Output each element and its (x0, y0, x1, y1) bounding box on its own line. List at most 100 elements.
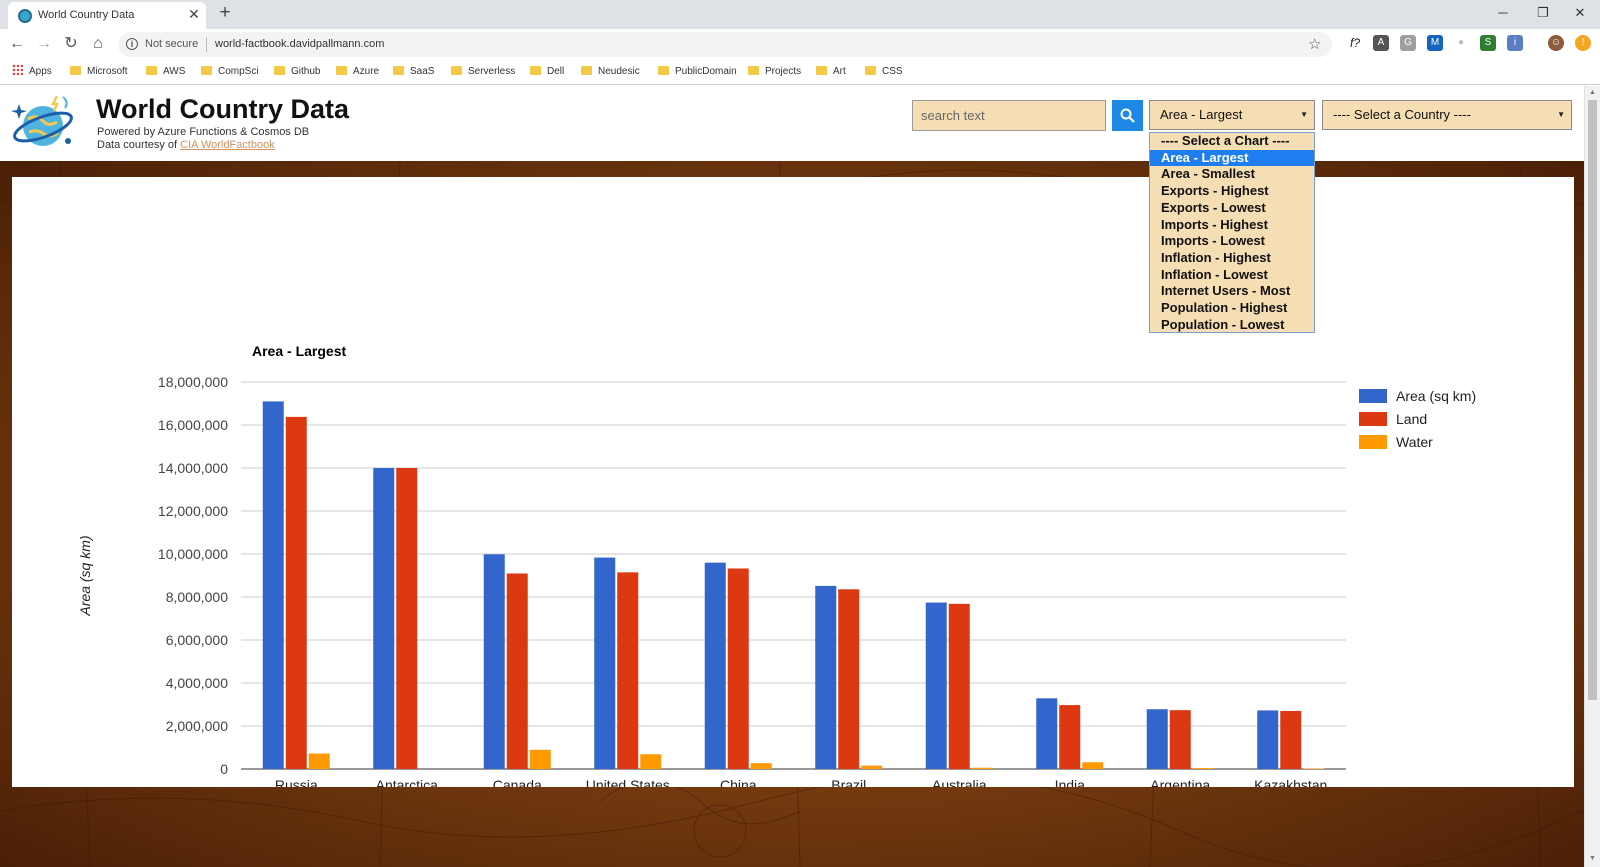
address-bar[interactable]: i Not secure world-factbook.davidpallman… (118, 32, 1332, 57)
extension-icon[interactable]: i (1507, 35, 1523, 51)
folder-icon (336, 66, 347, 75)
bookmark-label: Azure (353, 66, 380, 77)
data-courtesy: Data courtesy of CIA WorldFactbook (97, 139, 275, 151)
folder-icon (393, 66, 404, 75)
search-input[interactable] (912, 100, 1106, 131)
chart-option[interactable]: Inflation - Highest (1150, 250, 1314, 267)
x-tick-label: Australia (932, 777, 987, 787)
legend-swatch-area (1359, 389, 1387, 403)
url-divider (206, 37, 207, 52)
extension-icon[interactable]: A (1373, 35, 1389, 51)
bookmark-css[interactable]: CSS (865, 64, 903, 80)
chart-option[interactable]: Exports - Lowest (1150, 200, 1314, 217)
bookmark-label: CompSci (218, 66, 259, 77)
reload-icon[interactable]: ↻ (60, 33, 82, 55)
bookmark-projects[interactable]: Projects (748, 64, 801, 80)
search-icon (1120, 108, 1135, 123)
tab-close-icon[interactable]: ✕ (186, 6, 202, 22)
home-icon[interactable]: ⌂ (87, 33, 109, 55)
bar-land (285, 416, 307, 769)
forward-arrow-icon[interactable]: → (33, 33, 55, 55)
bookmark-apps[interactable]: Apps (12, 64, 52, 80)
x-tick-label: India (1055, 777, 1086, 787)
extension-icon[interactable]: M (1427, 35, 1443, 51)
bookmark-azure[interactable]: Azure (336, 64, 379, 80)
extension-icon[interactable]: f? (1347, 35, 1363, 51)
back-arrow-icon[interactable]: ← (6, 33, 28, 55)
bookmark-publicdomain[interactable]: PublicDomain (658, 64, 737, 80)
bookmark-saas[interactable]: SaaS (393, 64, 434, 80)
y-tick-label: 18,000,000 (158, 374, 228, 390)
bookmark-label: Serverless (468, 66, 516, 77)
page-scrollbar[interactable]: ▲ ▼ (1584, 86, 1600, 867)
x-tick-label: Russia (275, 777, 318, 787)
folder-icon (816, 66, 827, 75)
bar-water (1303, 768, 1325, 769)
chart-option[interactable]: Inflation - Lowest (1150, 267, 1314, 284)
bookmark-star-icon[interactable]: ☆ (1308, 35, 1321, 53)
browser-tab[interactable]: World Country Data ✕ (8, 2, 206, 29)
browser-toolbar: ← → ↻ ⌂ i Not secure world-factbook.davi… (0, 29, 1600, 59)
search-button[interactable] (1112, 100, 1143, 131)
bookmarks-bar: Apps Microsoft AWS CompSci Github Azure SaaS Se… (0, 59, 1600, 85)
new-tab-button[interactable]: + (215, 3, 235, 23)
cia-worldfactbook-link[interactable]: CIA WorldFactbook (180, 139, 275, 151)
y-tick-label: 10,000,000 (158, 546, 228, 562)
bookmark-dell[interactable]: Dell (530, 64, 564, 80)
extension-icon[interactable]: ☺ (1548, 35, 1564, 51)
bar-land (506, 573, 528, 769)
bookmark-neudesic[interactable]: Neudesic (581, 64, 640, 80)
bookmark-label: Neudesic (598, 66, 640, 77)
chevron-down-icon: ▼ (1300, 110, 1308, 119)
bookmark-microsoft[interactable]: Microsoft (70, 64, 128, 80)
chart-select[interactable]: Area - Largest ▼ (1149, 100, 1315, 130)
bookmark-label: Art (833, 66, 846, 77)
chevron-down-icon: ▼ (1557, 110, 1565, 119)
chart-option[interactable]: ---- Select a Chart ---- (1150, 133, 1314, 150)
bar-area (815, 585, 837, 769)
country-select[interactable]: ---- Select a Country ---- ▼ (1322, 100, 1572, 130)
close-window-button[interactable]: ✕ (1560, 2, 1600, 24)
chart-option[interactable]: Internet Users - Most (1150, 283, 1314, 300)
country-select-value: ---- Select a Country ---- (1333, 107, 1471, 122)
bookmark-compsci[interactable]: CompSci (201, 64, 259, 80)
bar-water (1082, 762, 1104, 769)
legend-swatch-water (1359, 435, 1387, 449)
chart-select-value: Area - Largest (1160, 107, 1243, 122)
bookmark-serverless[interactable]: Serverless (451, 64, 515, 80)
bookmark-art[interactable]: Art (816, 64, 846, 80)
bar-chart: 0 2,000,000 4,000,000 6,000,000 8,000,000 10,… (77, 343, 1476, 787)
scroll-up-icon[interactable]: ▲ (1588, 88, 1597, 98)
chart-option[interactable]: Area - Largest (1150, 149, 1314, 167)
chart-option[interactable]: Population - Highest (1150, 300, 1314, 317)
y-tick-label: 2,000,000 (166, 718, 228, 734)
extension-icon[interactable]: ! (1575, 35, 1591, 51)
scrollbar-thumb[interactable] (1588, 100, 1597, 700)
extension-icon[interactable]: ● (1453, 35, 1469, 51)
minimize-window-button[interactable]: ─ (1483, 2, 1523, 24)
site-favicon-icon (18, 9, 32, 23)
bookmark-aws[interactable]: AWS (146, 64, 185, 80)
restore-window-button[interactable]: ❐ (1523, 2, 1563, 24)
chart-option[interactable]: Exports - Highest (1150, 183, 1314, 200)
scroll-down-icon[interactable]: ▼ (1588, 854, 1597, 864)
folder-icon (748, 66, 759, 75)
folder-icon (865, 66, 876, 75)
extension-icon[interactable]: S (1480, 35, 1496, 51)
bar-area (483, 554, 505, 769)
y-tick-label: 12,000,000 (158, 503, 228, 519)
extension-icon[interactable]: G (1400, 35, 1416, 51)
bookmark-label: SaaS (410, 66, 435, 77)
chart-option[interactable]: Imports - Lowest (1150, 233, 1314, 250)
bar-water (640, 754, 662, 769)
site-subtitle: Powered by Azure Functions & Cosmos DB (97, 126, 310, 138)
info-icon[interactable]: i (126, 38, 138, 50)
chart-option[interactable]: Imports - Highest (1150, 217, 1314, 234)
bar-land (727, 568, 749, 769)
y-tick-label: 6,000,000 (166, 632, 228, 648)
chart-option[interactable]: Area - Smallest (1150, 166, 1314, 183)
y-tick-label: 14,000,000 (158, 460, 228, 476)
url-text[interactable]: world-factbook.davidpallmann.com (215, 38, 384, 50)
bookmark-github[interactable]: Github (274, 64, 320, 80)
chart-option[interactable]: Population - Lowest (1150, 317, 1314, 334)
